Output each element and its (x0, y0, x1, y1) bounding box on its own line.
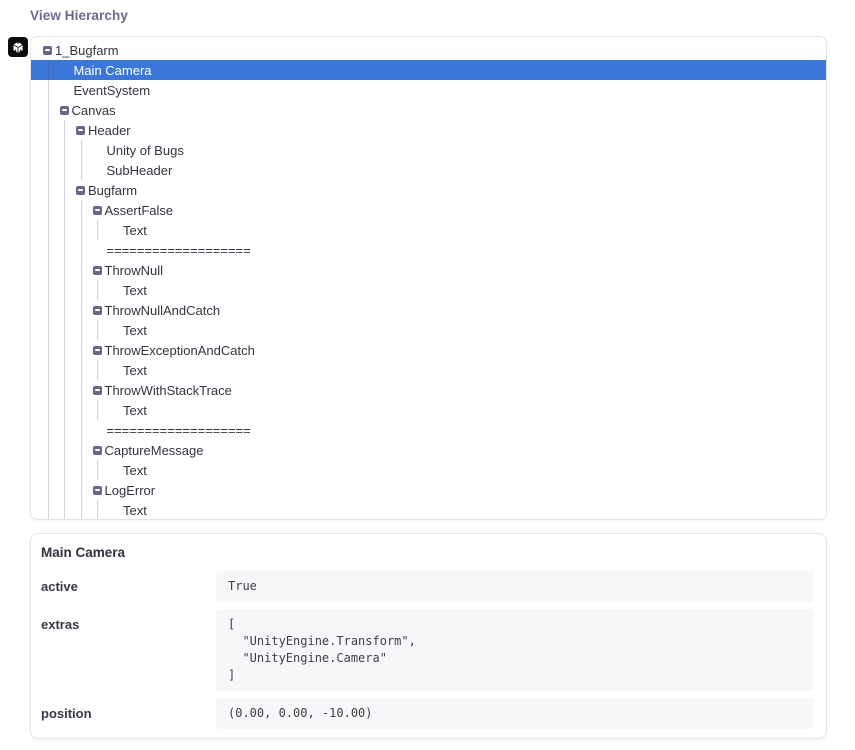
tree-node-label: =================== (107, 243, 251, 258)
collapse-minus-icon[interactable] (93, 446, 102, 455)
tree-node-eventsystem[interactable]: EventSystem (31, 80, 826, 100)
collapse-minus-icon[interactable] (76, 126, 85, 135)
tree-indent-guide-line (97, 320, 98, 340)
tree-indent-guide-line (48, 60, 49, 519)
tree-node-label: ThrowNullAndCatch (105, 303, 221, 318)
detail-row-extras: extras[ "UnityEngine.Transform", "UnityE… (41, 609, 814, 691)
tree-node-label: CaptureMessage (105, 443, 204, 458)
tree-node-label: Text (123, 463, 147, 478)
detail-row-active: activeTrue (41, 571, 814, 602)
tree-node-text[interactable]: Text (31, 220, 826, 240)
tree-indent-guide-line (97, 360, 98, 380)
tree-node-label: Text (123, 283, 147, 298)
detail-row-value: (0.00, 0.00, -10.00) (216, 698, 814, 729)
detail-card: Main Camera activeTrueextras[ "UnityEngi… (30, 533, 827, 739)
tree-node-thrownullandcatch[interactable]: ThrowNullAndCatch (31, 300, 826, 320)
tree-node-separator[interactable]: =================== (31, 240, 826, 260)
tree-node-label: ThrowNull (105, 263, 164, 278)
tree-node-text[interactable]: Text (31, 280, 826, 300)
tree-node-logerror[interactable]: LogError (31, 480, 826, 500)
tree-node-unity-of-bugs[interactable]: Unity of Bugs (31, 140, 826, 160)
tree-indent-guide-line (97, 460, 98, 480)
tree-node-label: =================== (107, 423, 251, 438)
tree-node-subheader[interactable]: SubHeader (31, 160, 826, 180)
collapse-minus-icon[interactable] (93, 206, 102, 215)
tree-node-label: Text (123, 223, 147, 238)
tree-node-text[interactable]: Text (31, 320, 826, 340)
collapse-minus-icon[interactable] (93, 306, 102, 315)
tree-node-label: Bugfarm (88, 183, 137, 198)
collapse-minus-icon[interactable] (76, 186, 85, 195)
detail-row-label: position (41, 698, 216, 729)
collapse-minus-icon[interactable] (93, 386, 102, 395)
tree-node-label: ThrowWithStackTrace (105, 383, 232, 398)
tree-node-header[interactable]: Header (31, 120, 826, 140)
hierarchy-tree-panel[interactable]: 1_Bugfarm Main Camera EventSystem Canvas Hea… (30, 36, 827, 520)
tree-node-separator[interactable]: =================== (31, 420, 826, 440)
tree-indent-guide-line (97, 500, 98, 519)
tree-node-label: Text (123, 403, 147, 418)
tree-node-main-camera[interactable]: Main Camera (31, 60, 826, 80)
tree-node-canvas[interactable]: Canvas (31, 100, 826, 120)
detail-card-inner: Main Camera activeTrueextras[ "UnityEngi… (31, 534, 826, 729)
tree-node-throwexceptionandcatch[interactable]: ThrowExceptionAndCatch (31, 340, 826, 360)
page-title: View Hierarchy (30, 8, 128, 23)
tree-node-text[interactable]: Text (31, 500, 826, 520)
tree-indent-guide-line (97, 280, 98, 300)
unity-logo-glyph (11, 40, 25, 54)
detail-title: Main Camera (41, 545, 814, 560)
detail-row-value: True (216, 571, 814, 602)
tree-node-label: SubHeader (107, 163, 173, 178)
tree-indent-guide-line (64, 120, 65, 519)
tree-node-label: 1_Bugfarm (55, 43, 119, 58)
tree-node-label: Text (123, 503, 147, 518)
tree-node-capturemessage[interactable]: CaptureMessage (31, 440, 826, 460)
tree-indent-guide-line (81, 200, 82, 519)
detail-row-position: position(0.00, 0.00, -10.00) (41, 698, 814, 729)
tree-node-label: Unity of Bugs (107, 143, 184, 158)
tree-node-label: LogError (105, 483, 156, 498)
detail-row-label: active (41, 571, 216, 602)
collapse-minus-icon[interactable] (93, 266, 102, 275)
tree-node-label: Text (123, 323, 147, 338)
tree-indent-guide-line (97, 220, 98, 240)
tree-rows: 1_Bugfarm Main Camera EventSystem Canvas Hea… (31, 37, 826, 519)
collapse-minus-icon[interactable] (93, 346, 102, 355)
tree-node-text[interactable]: Text (31, 460, 826, 480)
collapse-minus-icon[interactable] (43, 46, 52, 55)
detail-row-label: extras (41, 609, 216, 691)
tree-node-label: ThrowExceptionAndCatch (105, 343, 255, 358)
tree-node-label: Canvas (72, 103, 116, 118)
tree-node-assertfalse[interactable]: AssertFalse (31, 200, 826, 220)
tree-node-text[interactable]: Text (31, 400, 826, 420)
tree-indent-guide-line (81, 140, 82, 180)
tree-node-label: Text (123, 363, 147, 378)
tree-indent-guide-line (97, 400, 98, 420)
tree-node-throwwithstacktrace[interactable]: ThrowWithStackTrace (31, 380, 826, 400)
tree-node-label: EventSystem (74, 83, 151, 98)
collapse-minus-icon[interactable] (93, 486, 102, 495)
tree-node-bugfarm[interactable]: Bugfarm (31, 180, 826, 200)
tree-node-1-bugfarm[interactable]: 1_Bugfarm (31, 40, 826, 60)
tree-node-label: AssertFalse (105, 203, 174, 218)
collapse-minus-icon[interactable] (60, 106, 69, 115)
detail-row-value: [ "UnityEngine.Transform", "UnityEngine.… (216, 609, 814, 691)
unity-logo-icon (8, 37, 28, 57)
tree-node-label: Header (88, 123, 131, 138)
tree-node-label: Main Camera (74, 63, 152, 78)
tree-node-text[interactable]: Text (31, 360, 826, 380)
tree-node-thrownull[interactable]: ThrowNull (31, 260, 826, 280)
